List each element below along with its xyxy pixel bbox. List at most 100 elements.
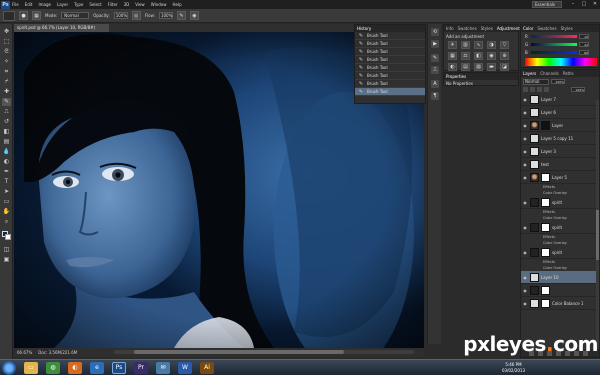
curves-icon[interactable]: ∿ [474,41,483,49]
layer-thumbnail[interactable] [530,272,539,282]
layer-row[interactable]: ◉ Layer 10 [521,271,599,284]
menu-filter[interactable]: Filter [108,2,118,7]
visibility-eye-icon[interactable]: ◉ [522,200,528,205]
layer-thumbnail[interactable] [530,146,539,156]
color-spectrum[interactable] [525,58,597,66]
lock-pixels-icon[interactable] [530,87,535,92]
layer-thumbnail[interactable] [530,133,539,143]
hue-saturation-icon[interactable]: ▦ [448,52,457,60]
brush-preset-icon[interactable]: ● [19,11,28,20]
layer-row[interactable]: ◉ Layer 5 copy 11 [521,132,599,145]
tab-color-swatches[interactable]: Swatches [537,26,556,31]
quick-mask-icon[interactable]: ◫ [2,246,11,254]
tab-layers[interactable]: Layers [523,71,536,76]
color-balance-icon[interactable]: ⚖ [461,52,470,60]
menu-layer[interactable]: Layer [57,2,68,7]
history-brush-tool-icon[interactable]: ↺ [2,118,11,126]
layer-name[interactable]: spirit [552,225,562,230]
layer-row[interactable]: ◉ Layer 6 [521,106,599,119]
tab-history[interactable]: History [357,26,371,31]
visibility-eye-icon[interactable]: ◉ [522,288,528,293]
actions-panel-icon[interactable]: ▶ [431,40,439,48]
layer-name[interactable]: Layer [552,123,563,128]
workspace-switcher[interactable]: Essentials [532,1,562,8]
screen-mode-icon[interactable]: ▣ [2,256,11,264]
paragraph-panel-icon[interactable]: ¶ [431,92,439,100]
layer-row[interactable]: ◉ [521,284,599,297]
layer-mask-thumbnail[interactable] [541,172,550,182]
visibility-eye-icon[interactable]: ◉ [522,225,528,230]
channel-mixer-icon[interactable]: ⊕ [500,52,509,60]
move-tool-icon[interactable]: ✥ [2,28,11,36]
layer-thumbnail[interactable] [530,197,539,207]
layer-name[interactable]: Layer 7 [541,97,556,102]
layer-thumbnail[interactable] [530,172,539,182]
vibrance-icon[interactable]: ▽ [500,41,509,49]
tab-info[interactable]: Info [446,26,454,31]
lock-position-icon[interactable] [537,87,542,92]
layer-mask-thumbnail[interactable] [541,298,550,308]
layer-row[interactable]: ◉ Layer [521,119,599,132]
layers-scrollbar-thumb[interactable] [596,210,599,260]
taskbar-premiere-icon[interactable]: Pr [134,362,148,374]
layer-row[interactable]: ◉ Layer 7 [521,93,599,106]
layer-row[interactable]: ◉ spirit [521,221,599,234]
history-item[interactable]: ✎ Brush Tool [355,32,425,40]
tool-preset-picker[interactable] [3,10,15,21]
gradient-map-icon[interactable]: ▬ [487,63,496,71]
layer-name[interactable]: spirit [552,200,562,205]
flow-input[interactable]: 100% [158,12,173,19]
background-color-swatch[interactable] [5,234,11,240]
visibility-eye-icon[interactable]: ◉ [522,275,528,280]
blend-mode-select[interactable]: Normal [523,78,549,85]
history-panel-icon[interactable]: ⟲ [431,28,439,36]
tab-styles[interactable]: Styles [481,26,493,31]
brush-tool-icon[interactable]: ✎ [2,98,11,106]
tab-swatches[interactable]: Swatches [458,26,477,31]
green-value[interactable]: 42 [579,41,589,47]
type-tool-icon[interactable]: T [2,178,11,186]
red-value[interactable]: 10 [579,33,589,39]
marquee-tool-icon[interactable]: ⬚ [2,38,11,46]
tab-paths[interactable]: Paths [563,71,574,76]
layer-fill-input[interactable]: 100% [571,87,585,92]
layer-thumbnail[interactable] [530,222,539,232]
blur-tool-icon[interactable]: 💧 [2,148,11,156]
airbrush-icon[interactable]: ✎ [176,11,186,20]
layer-name[interactable]: Layer 5 copy 11 [541,136,573,141]
pressure-size-icon[interactable]: ◉ [189,11,199,20]
taskbar-illustrator-icon[interactable]: Ai [200,362,214,374]
layer-name[interactable]: spirit [552,250,562,255]
taskbar-explorer-icon[interactable]: e [90,362,104,374]
lasso-tool-icon[interactable]: ᘓ [2,48,11,56]
posterize-icon[interactable]: ▤ [461,63,470,71]
visibility-eye-icon[interactable]: ◉ [522,110,528,115]
close-button[interactable]: ✕ [590,0,600,8]
lock-all-icon[interactable] [544,87,549,92]
history-item[interactable]: ✎ Brush Tool [355,64,425,72]
minimize-button[interactable]: – [568,0,578,8]
layers-scrollbar[interactable] [596,100,599,350]
tab-color-styles[interactable]: Styles [561,26,573,31]
photo-filter-icon[interactable]: ◉ [487,52,496,60]
taskbar-firefox-icon[interactable]: ◐ [68,362,82,374]
layer-name[interactable]: Layer 3 [541,149,556,154]
menu-file[interactable]: File [12,2,19,7]
tab-adjustments[interactable]: Adjustments [497,26,522,31]
clone-source-icon[interactable]: ⎍ [431,66,439,74]
layer-row[interactable]: ◉ spirit [521,196,599,209]
pressure-opacity-icon[interactable]: ◎ [131,11,141,20]
red-slider[interactable] [531,34,577,38]
mode-select[interactable]: Normal [61,12,90,19]
healing-tool-icon[interactable]: ✚ [2,88,11,96]
layer-thumbnail[interactable] [530,120,539,130]
visibility-eye-icon[interactable]: ◉ [522,162,528,167]
visibility-eye-icon[interactable]: ◉ [522,301,528,306]
history-item[interactable]: ✎ Brush Tool [355,88,425,96]
layer-mask-thumbnail[interactable] [541,247,550,257]
taskbar-word-icon[interactable]: W [178,362,192,374]
layer-name[interactable]: Color Balance 1 [552,301,583,306]
tab-properties[interactable]: Properties [446,74,466,79]
hand-tool-icon[interactable]: ✋ [2,208,11,216]
clone-stamp-tool-icon[interactable]: ⎍ [2,108,11,116]
